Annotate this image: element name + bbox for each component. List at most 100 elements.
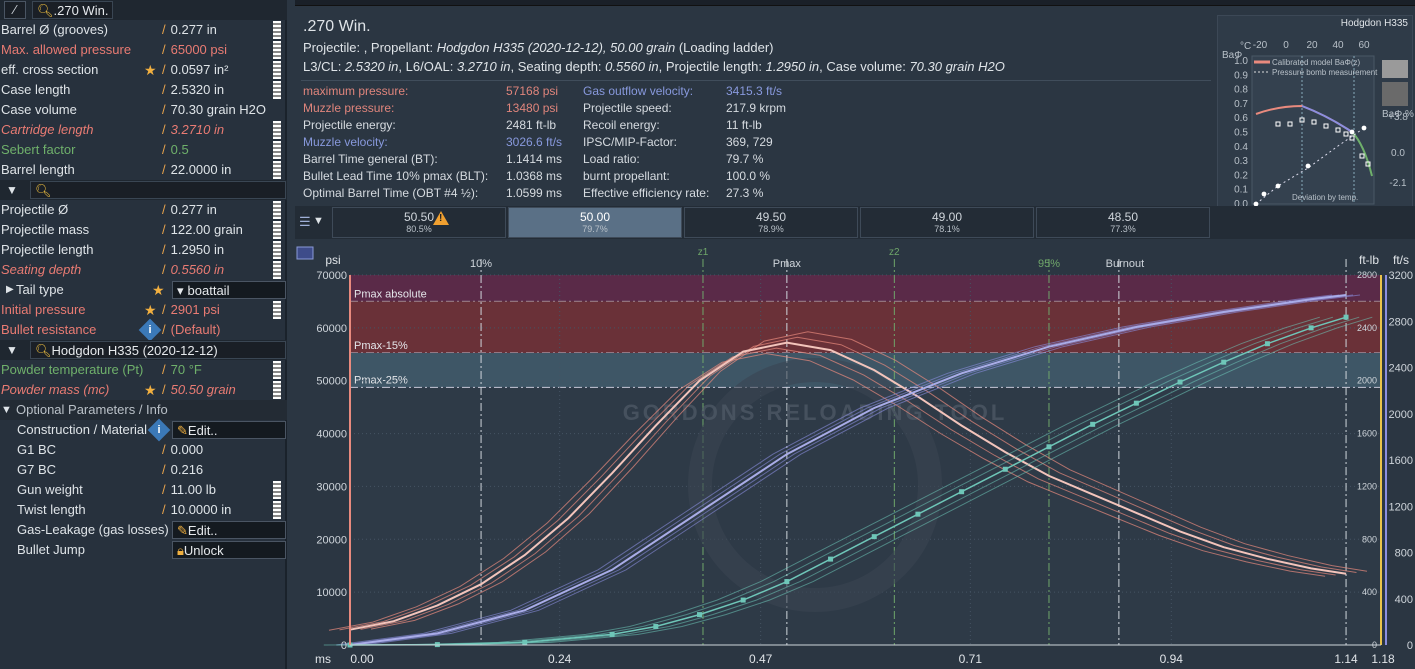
velocity-tick-label: 400	[1395, 594, 1413, 606]
stat-label: Muzzle velocity:	[303, 135, 388, 149]
optional-header[interactable]: ▼ Optional Parameters / Info	[0, 400, 287, 420]
rows1-value[interactable]: 2.5320 in	[162, 82, 225, 97]
ladder-step[interactable]: ! 50.50 80.5%	[332, 207, 506, 238]
energy-point	[1002, 466, 1008, 472]
cartridge-select[interactable]: 🔍︎.270 Win.	[32, 1, 114, 19]
twist-value[interactable]: 10.0000 in	[162, 502, 232, 517]
thumb-deviation-point	[1349, 129, 1355, 135]
spinner[interactable]	[273, 361, 281, 379]
rows1-value[interactable]: 3.2710 in	[162, 122, 225, 137]
results-panel: .270 Win. Projectile: , Propellant: Hodg…	[295, 10, 1415, 227]
energy-point	[696, 612, 702, 618]
info-icon[interactable]: i	[138, 318, 162, 342]
energy-tick-label: 1200	[1357, 481, 1377, 491]
rows2-value[interactable]: 0.5560 in	[162, 262, 225, 277]
collapse-icon[interactable]: ▼	[6, 183, 18, 197]
rows1-row: eff. cross section ★ 0.0597 in²	[0, 60, 287, 80]
powder-temp-value[interactable]: 70 °F	[162, 362, 202, 377]
velocity-tick-label: 2400	[1389, 363, 1413, 375]
spinner[interactable]	[273, 501, 281, 519]
edit-icon: ✎	[177, 423, 188, 438]
spinner[interactable]	[273, 261, 281, 279]
ladder-charge: 48.50	[1107, 210, 1139, 224]
ladder-step[interactable]: 49.00 78.1%	[860, 207, 1034, 238]
rows1-label: Barrel length	[1, 162, 75, 177]
spinner[interactable]	[273, 241, 281, 259]
rows1-value[interactable]: 65000 psi	[162, 42, 227, 57]
energy-point	[1221, 359, 1227, 365]
initial-pressure-value[interactable]: 2901 psi	[162, 302, 220, 317]
powder-mass-value[interactable]: 50.50 grain	[162, 382, 236, 397]
ladder-step[interactable]: 48.50 77.3%	[1036, 207, 1210, 238]
star-icon: ★	[144, 302, 157, 318]
time-tick-label: 1.18	[1371, 652, 1395, 666]
stat-label: Muzzle pressure:	[303, 101, 395, 115]
expand-icon[interactable]: ▶	[6, 284, 14, 295]
gas-leak-edit-button[interactable]: ✎Edit..	[172, 521, 286, 539]
thumb-legend-deviation: Deviation by temp.	[1292, 193, 1358, 202]
info-icon[interactable]: i	[147, 418, 171, 442]
energy-point	[1046, 444, 1052, 450]
ladder-menu-icon[interactable]: ☰	[299, 214, 311, 230]
rows1-value[interactable]: 70.30 grain H2O	[162, 102, 266, 117]
spinner[interactable]	[273, 61, 281, 79]
pressure-band-label: Pmax-15%	[354, 340, 408, 352]
spinner[interactable]	[273, 301, 281, 319]
g1-value[interactable]: 0.000	[162, 442, 204, 457]
spinner[interactable]	[273, 221, 281, 239]
spinner[interactable]	[273, 481, 281, 499]
rows1-value[interactable]: 22.0000 in	[162, 162, 232, 177]
spinner[interactable]	[273, 381, 281, 399]
stat-label: IPSC/MIP-Factor:	[583, 135, 678, 149]
spinner[interactable]	[273, 201, 281, 219]
rows1-row: Case volume 70.30 grain H2O	[0, 100, 287, 120]
chart-options-icon[interactable]	[296, 246, 314, 260]
powder-mass-label: Powder mass (mc)	[1, 382, 110, 397]
chevron-down-icon[interactable]: ▼	[313, 215, 324, 227]
unlock-button[interactable]: 🔒︎Unlock	[172, 541, 286, 559]
rows2-value[interactable]: 122.00 grain	[162, 222, 243, 237]
thumb-y-tick: 0.1	[1234, 185, 1248, 196]
spinner[interactable]	[273, 81, 281, 99]
g7-value[interactable]: 0.216	[162, 462, 204, 477]
energy-point	[959, 489, 965, 495]
spinner[interactable]	[273, 141, 281, 159]
powder-model-thumbnail[interactable]: Hodgdon H335 BaΦ BaΦ % °C -20 0 20 40 60 1.0 0.9 0.…	[1217, 15, 1414, 227]
thumb-r-tick: -2.1	[1389, 178, 1407, 189]
rows1-value[interactable]: 0.277 in	[162, 22, 217, 37]
stat-value: 217.9 krpm	[726, 101, 787, 115]
rows2-value[interactable]: 0.277 in	[162, 202, 217, 217]
ladder-step[interactable]: 50.00 79.7%	[508, 207, 682, 238]
energy-point	[1133, 400, 1139, 406]
projectile-select[interactable]: 🔍︎	[30, 181, 286, 199]
time-tick-label: 0.47	[749, 652, 773, 666]
rows1-label: eff. cross section	[1, 62, 99, 77]
collapse-icon[interactable]: ▼	[6, 343, 18, 357]
spinner[interactable]	[273, 121, 281, 139]
rows1-row: Sebert factor 0.5	[0, 140, 287, 160]
stat-label: Projectile speed:	[583, 101, 672, 115]
optional-header-label: Optional Parameters / Info	[16, 402, 168, 417]
powder-select[interactable]: 🔍︎Hodgdon H335 (2020-12-12)	[30, 341, 286, 359]
spinner[interactable]	[273, 161, 281, 179]
rows1-label: Max. allowed pressure	[1, 42, 132, 57]
tail-type-dropdown[interactable]: boattail	[172, 281, 286, 299]
thumb-r-tick: +3.8	[1388, 112, 1408, 123]
spinner[interactable]	[273, 21, 281, 39]
energy-point	[740, 597, 746, 603]
rows1-value[interactable]: 0.0597 in²	[162, 62, 229, 77]
rows1-value[interactable]: 0.5	[162, 142, 189, 157]
thumb-x-tick: 0	[1283, 40, 1289, 51]
energy-tick-label: 2800	[1357, 270, 1377, 280]
projectile-line: Projectile: , Propellant: Hodgdon H335 (…	[303, 40, 774, 55]
gun-weight-value[interactable]: 11.00 lb	[162, 482, 216, 497]
construction-edit-button[interactable]: ✎Edit..	[172, 421, 286, 439]
rows2-value[interactable]: 1.2950 in	[162, 242, 225, 257]
stat-label: Recoil energy:	[583, 118, 660, 132]
dimension-value: 70.30 grain H2O	[909, 59, 1005, 74]
bullet-resistance-value[interactable]: (Default)	[162, 322, 221, 337]
gas-leak-row: Gas-Leakage (gas losses) ✎Edit..	[0, 520, 287, 540]
ladder-step[interactable]: 49.50 78.9%	[684, 207, 858, 238]
spinner[interactable]	[273, 41, 281, 59]
rifle-icon[interactable]: ∕	[4, 1, 26, 19]
